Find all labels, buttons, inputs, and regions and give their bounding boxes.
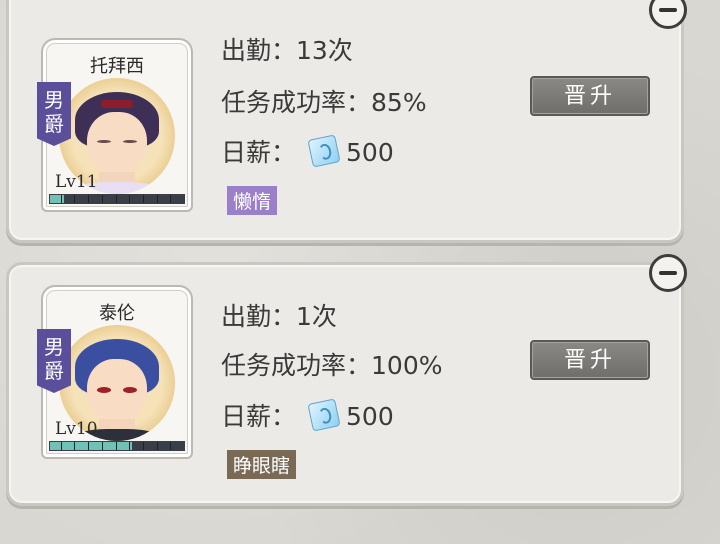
portrait-frame[interactable]: 托拜西 男爵 Lv11	[37, 38, 193, 212]
xp-bar	[49, 441, 185, 451]
trait-badge: 睁眼瞎	[227, 450, 297, 479]
attendance-stat: 出勤：13次	[221, 36, 353, 65]
success-rate-stat: 任务成功率：100%	[221, 351, 443, 380]
ticket-icon	[307, 398, 341, 432]
rank-badge: 男爵	[37, 329, 71, 393]
level-label: Lv10	[55, 419, 98, 439]
remove-icon[interactable]	[649, 0, 687, 29]
character-name: 泰伦	[99, 303, 135, 324]
level-label: Lv11	[55, 172, 98, 192]
character-name: 托拜西	[90, 56, 144, 77]
remove-icon[interactable]	[649, 254, 687, 292]
portrait-frame[interactable]: 泰伦 男爵 Lv10	[37, 285, 193, 459]
ticket-icon	[307, 134, 341, 168]
promote-button[interactable]: 晋升	[530, 340, 650, 380]
xp-bar	[49, 194, 185, 204]
salary-stat: 日薪： 500	[221, 133, 394, 169]
promote-button[interactable]: 晋升	[530, 76, 650, 116]
salary-stat: 日薪： 500	[221, 397, 394, 433]
attendance-stat: 出勤：1次	[221, 302, 337, 331]
trait-badge: 懒惰	[227, 186, 278, 215]
character-card-1: 托拜西 男爵 Lv11 出勤：13次 任务成功率：85% 日薪： 500 懒惰 晋…	[6, 0, 687, 243]
character-card-2: 泰伦 男爵 Lv10 出勤：1次 任务成功率：100% 日薪： 500 睁眼瞎 晋…	[6, 254, 687, 506]
success-rate-stat: 任务成功率：85%	[221, 88, 427, 117]
rank-badge: 男爵	[37, 82, 71, 146]
